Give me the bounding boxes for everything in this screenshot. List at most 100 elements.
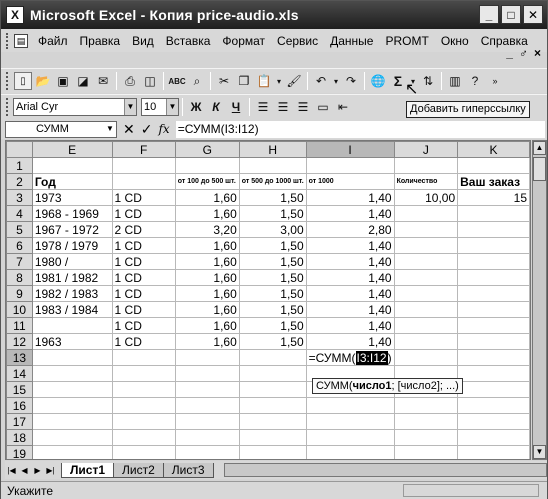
cell-F9[interactable]: 1 CD [111, 285, 176, 302]
align-right-icon[interactable]: ☰ [294, 98, 312, 116]
spelling-icon[interactable]: ABC [168, 72, 186, 90]
cell-H10[interactable]: 1,50 [238, 301, 307, 318]
cell-E10[interactable]: 1983 / 1984 [31, 301, 113, 318]
cell-G4[interactable]: 1,60 [174, 205, 240, 222]
cell-G6[interactable]: 1,60 [174, 237, 240, 254]
cell-G13[interactable] [174, 349, 240, 366]
cell-F13[interactable] [111, 349, 176, 366]
cell-K18[interactable] [457, 429, 530, 446]
cell-E17[interactable] [31, 413, 113, 430]
cell-E9[interactable]: 1982 / 1983 [31, 285, 113, 302]
cell-I6[interactable]: 1,40 [305, 237, 395, 254]
cell-H14[interactable] [238, 365, 307, 382]
cell-K15[interactable] [457, 381, 530, 398]
bold-button[interactable]: Ж [187, 98, 205, 116]
cell-K10[interactable] [457, 301, 530, 318]
menu-format[interactable]: Формат [216, 34, 271, 48]
cell-G12[interactable]: 1,60 [174, 333, 240, 350]
toolbar-grip[interactable] [6, 98, 9, 116]
cell-J16[interactable] [393, 397, 459, 414]
cell-G7[interactable]: 1,60 [174, 253, 240, 270]
menu-data[interactable]: Данные [324, 34, 379, 48]
row-header[interactable]: 5 [6, 221, 33, 238]
row-header[interactable]: 10 [6, 301, 33, 318]
cell-I19[interactable] [305, 445, 395, 459]
cut-icon[interactable]: ✂ [215, 72, 233, 90]
font-name-select[interactable]: Arial Cyr ▼ [13, 98, 137, 116]
decrease-indent-icon[interactable]: ⇤ [334, 98, 352, 116]
column-header[interactable]: E [31, 141, 113, 158]
sheet-tab-2[interactable]: Лист2 [113, 462, 164, 478]
cell-G11[interactable]: 1,60 [174, 317, 240, 334]
help-icon[interactable]: ? [466, 72, 484, 90]
cell-J19[interactable] [393, 445, 459, 459]
cell-F12[interactable]: 1 CD [111, 333, 176, 350]
cell-E1[interactable] [31, 157, 113, 174]
cell-F14[interactable] [111, 365, 176, 382]
cell-I8[interactable]: 1,40 [305, 269, 395, 286]
cell-F19[interactable] [111, 445, 176, 459]
cancel-x-icon[interactable]: ✕ [123, 121, 135, 138]
enter-check-icon[interactable]: ✓ [141, 121, 153, 138]
worksheet-grid[interactable]: E F G H I J K 1 2 Год от 100 до 500 шт. от 500 до 1… [5, 140, 531, 460]
insert-function-icon[interactable]: fx [158, 122, 169, 136]
cell-F4[interactable]: 1 CD [111, 205, 176, 222]
cell-H6[interactable]: 1,50 [238, 237, 307, 254]
cell-G3[interactable]: 1,60 [174, 189, 240, 206]
cell-J13[interactable] [393, 349, 459, 366]
cell-K1[interactable] [457, 157, 530, 174]
chevron-down-icon[interactable]: ▼ [104, 121, 116, 137]
cell-J8[interactable] [393, 269, 459, 286]
cell-J18[interactable] [393, 429, 459, 446]
column-header[interactable]: K [457, 141, 530, 158]
permission-icon[interactable]: ◪ [74, 72, 92, 90]
cell-I17[interactable] [305, 413, 395, 430]
menu-edit[interactable]: Правка [74, 34, 127, 48]
cell-H13[interactable] [238, 349, 307, 366]
email-icon[interactable]: ✉ [94, 72, 112, 90]
title-bar[interactable]: X Microsoft Excel - Копия price-audio.xl… [1, 1, 547, 29]
cell-H11[interactable]: 1,50 [238, 317, 307, 334]
cell-G19[interactable] [174, 445, 240, 459]
scroll-down-button[interactable]: ▼ [533, 445, 546, 459]
menu-promt[interactable]: PROMT [379, 34, 434, 48]
column-header[interactable]: H [238, 141, 307, 158]
column-header[interactable]: G [174, 141, 240, 158]
menu-grip[interactable] [6, 32, 10, 49]
cell-K17[interactable] [457, 413, 530, 430]
paste-dropdown-icon[interactable]: ▾ [275, 72, 283, 90]
cell-J5[interactable] [393, 221, 459, 238]
save-icon[interactable]: ▣ [54, 72, 72, 90]
copy-icon[interactable]: ❐ [235, 72, 253, 90]
cell-K16[interactable] [457, 397, 530, 414]
cell-H2[interactable]: от 500 до 1000 шт. [238, 173, 307, 190]
cell-I11[interactable]: 1,40 [305, 317, 395, 334]
function-argument-tip[interactable]: СУММ(число1; [число2]; ...) [312, 378, 463, 394]
horizontal-scrollbar[interactable] [223, 463, 547, 477]
cell-K7[interactable] [457, 253, 530, 270]
cell-H19[interactable] [238, 445, 307, 459]
cell-E12[interactable]: 1963 [31, 333, 113, 350]
paste-icon[interactable]: 📋 [255, 72, 273, 90]
hyperlink-icon[interactable]: 🌐 [369, 72, 387, 90]
vertical-scrollbar[interactable]: ▲ ▼ [532, 140, 547, 460]
cell-K9[interactable] [457, 285, 530, 302]
cell-K11[interactable] [457, 317, 530, 334]
cell-G18[interactable] [174, 429, 240, 446]
chevron-down-icon[interactable]: ▼ [124, 99, 136, 115]
cell-G2[interactable]: от 100 до 500 шт. [174, 173, 240, 190]
prev-sheet-icon[interactable]: ◀ [18, 466, 31, 475]
row-header[interactable]: 8 [6, 269, 33, 286]
row-header[interactable]: 2 [6, 173, 33, 190]
cell-K13[interactable] [457, 349, 530, 366]
align-center-icon[interactable]: ☰ [274, 98, 292, 116]
sort-ascending-icon[interactable]: ⇅ [419, 72, 437, 90]
merge-center-icon[interactable]: ▭ [314, 98, 332, 116]
cell-G9[interactable]: 1,60 [174, 285, 240, 302]
cell-K19[interactable] [457, 445, 530, 459]
sheet-tab-1[interactable]: Лист1 [61, 462, 115, 478]
cell-H3[interactable]: 1,50 [238, 189, 307, 206]
toolbar-grip[interactable] [6, 72, 9, 90]
first-sheet-icon[interactable]: |◀ [5, 466, 18, 475]
redo-icon[interactable]: ↷ [342, 72, 360, 90]
